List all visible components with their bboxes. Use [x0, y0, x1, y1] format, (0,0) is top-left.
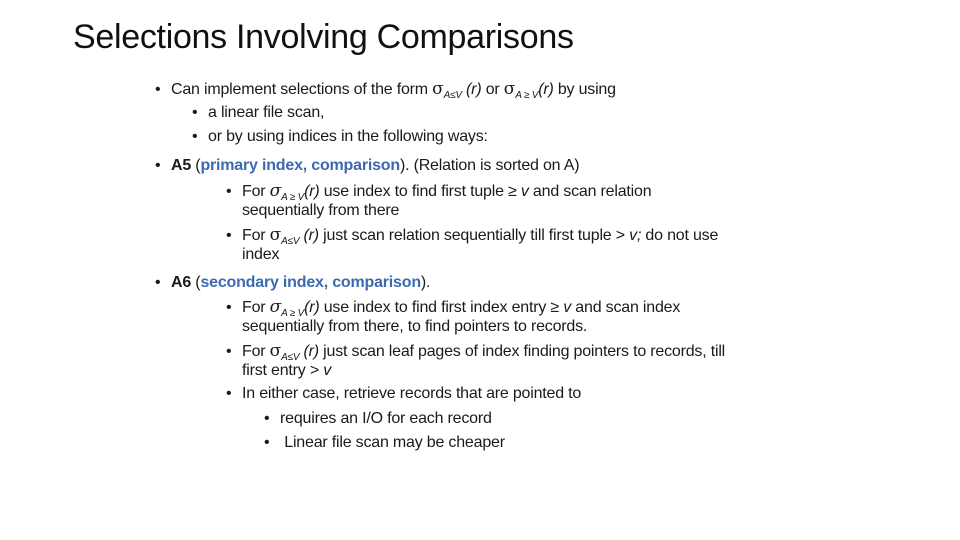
- bullet-a5-2-cont: index: [242, 246, 280, 263]
- bullet-a6: • A6 (secondary index, comparison).: [155, 274, 431, 291]
- bullet-a5-1-cont: sequentially from there: [242, 202, 400, 219]
- bullet-a6-2-cont: first entry > v: [242, 362, 332, 379]
- bullet-a5: • A5 (primary index, comparison). (Relati…: [155, 157, 580, 174]
- bullet-l3: • or by using indices in the following wa…: [192, 128, 488, 145]
- bullet-a6-1-cont: sequentially from there, to find pointer…: [242, 318, 588, 335]
- bullet-a6-3-1: • requires an I/O for each record: [264, 410, 492, 427]
- slide-title: Selections Involving Comparisons: [73, 18, 574, 56]
- bullet-a6-3: • In either case, retrieve records that a…: [226, 385, 582, 402]
- bullet-l2: • a linear file scan,: [192, 104, 325, 121]
- bullet-a6-3-2: • Linear file scan may be cheaper: [264, 434, 505, 451]
- bullet-l1: • Can implement selections of the form σA…: [155, 79, 616, 101]
- bullet-a5-2: • For σA≤V (r) just scan relation sequent…: [226, 225, 719, 247]
